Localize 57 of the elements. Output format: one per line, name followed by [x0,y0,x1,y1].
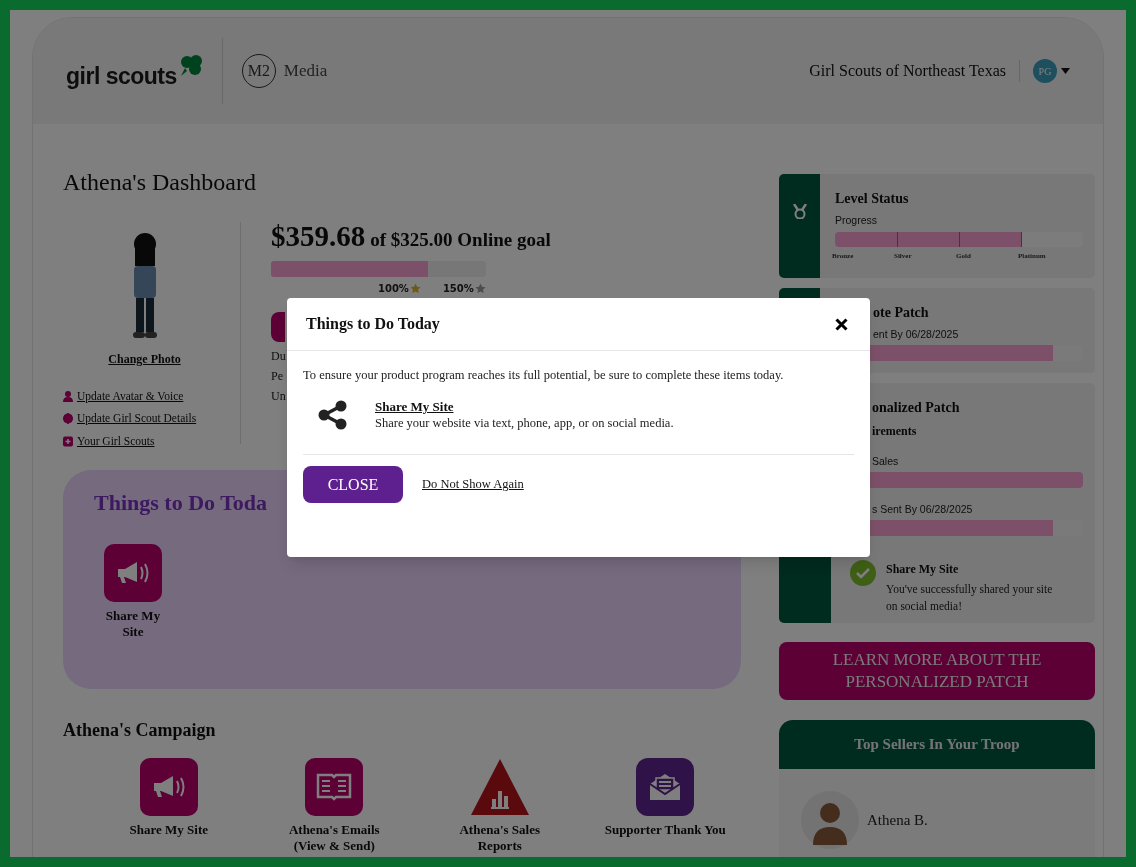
share-icon [317,398,349,431]
action-button[interactable] [271,312,285,342]
council-name: Girl Scouts of Northeast Texas [809,61,1006,81]
sales-amount: $359.68 [271,222,366,251]
milestone-label: 150% [442,282,474,296]
seller-name: Athena B. [867,810,928,830]
sales-report-button[interactable] [469,757,530,816]
tile-link[interactable]: Supporter Thank You [604,821,726,838]
tile-link[interactable]: Athena's Sales Reports [437,821,563,854]
change-photo-link[interactable]: Change Photo [108,350,181,368]
plus-icon [63,435,73,447]
tile-button[interactable] [139,757,198,816]
caret-icon [1061,68,1070,74]
progress-label: Progress [835,213,878,228]
tile-button[interactable] [305,757,364,816]
task-text: You've successfully shared your site on social media! [886,581,1054,614]
do-not-show-link[interactable]: Do Not Show Again [422,475,524,494]
person-icon [63,391,73,403]
milestone-label: 100% [378,282,409,296]
book-icon [315,771,354,802]
tile-link[interactable]: Share My Site [129,821,208,838]
close-icon [834,317,848,331]
avatar-icon [801,791,859,849]
tile-button[interactable] [636,757,695,816]
profile-link[interactable]: Your Girl Scouts [77,432,155,450]
tile-link[interactable]: Athena's Emails (View & Send) [271,821,397,854]
requirement-label: s Sent By 06/28/2025 [871,501,974,517]
task-title: Share My Site [886,560,960,578]
goal-label: of $325.00 Online goal [370,230,551,249]
trefoil-icon [178,54,203,78]
card-title: onalized Patch [871,399,961,417]
close-dialog-button[interactable]: CLOSE [303,466,403,503]
requirement-label: Sales [871,454,900,469]
media-label: Media [283,60,328,83]
logo-text: girl scouts [66,65,177,88]
card-header: Top Sellers In Your Troop [779,720,1095,769]
page-title: Athena's Dashboard [63,170,257,194]
medal-icon [792,204,807,219]
learn-more-button[interactable]: LEARN MORE ABOUT THE PERSONALIZED PATCH [779,642,1095,700]
card-title: Level Status [835,190,910,208]
tile-button[interactable] [104,543,162,602]
info-text: Un [271,388,286,404]
profile-link[interactable]: Update Girl Scout Details [77,410,197,428]
info-text: Du [271,348,286,364]
card-subtitle: irements [871,423,918,440]
profile-link[interactable]: Update Avatar & Voice [77,388,184,406]
requirement-label: ent By 06/28/2025 [872,327,960,342]
dialog-title: Things to Do Today [306,314,440,335]
info-text: Pe [271,368,283,384]
panel-title: Things to Do Toda [94,491,269,514]
tile-link[interactable]: Share My Site [104,607,162,640]
section-title: Athena's Campaign [63,718,217,742]
card-title: ote Patch [872,304,930,322]
task-link[interactable]: Share My Site [375,398,674,415]
close-button[interactable] [833,316,849,332]
task-description: Share your website via text, phone, app, or on social media. [375,415,674,431]
dialog-text: To ensure your product program reaches its full potential, be sure to complete these items today. [303,367,785,384]
